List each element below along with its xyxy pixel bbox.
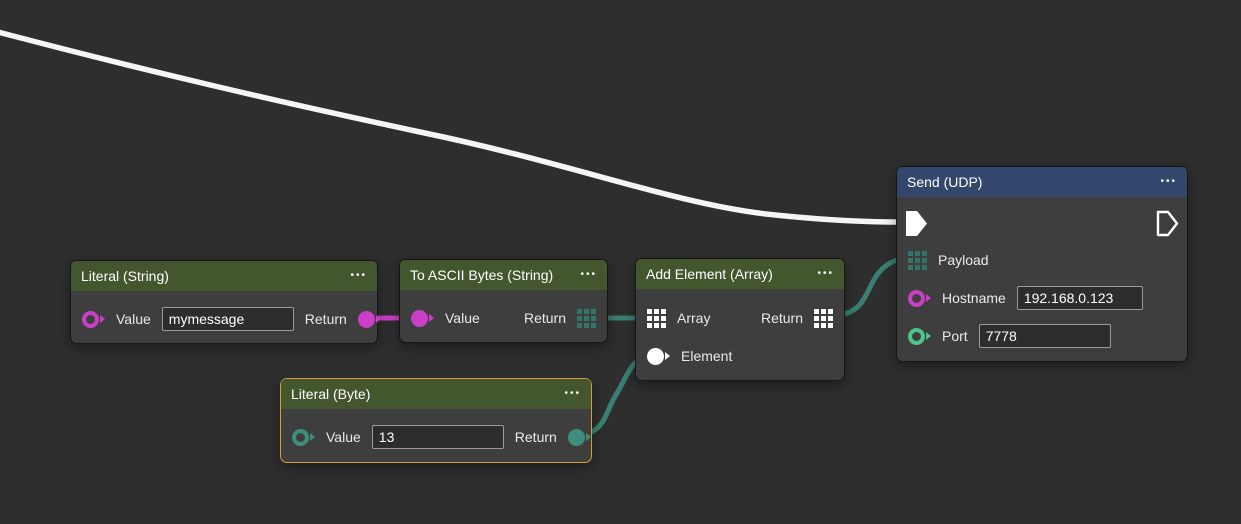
menu-dots-icon[interactable]: ••• bbox=[350, 271, 367, 281]
filled-circle-port-icon bbox=[647, 348, 664, 365]
wire-exec-to-send-udp[interactable] bbox=[0, 31, 898, 222]
node-header[interactable]: Literal (String) ••• bbox=[71, 261, 377, 291]
return-label: Return bbox=[515, 429, 557, 445]
exec-output-icon[interactable] bbox=[1156, 210, 1179, 237]
exec-input-icon[interactable] bbox=[905, 210, 928, 237]
node-header[interactable]: Send (UDP) ••• bbox=[897, 167, 1187, 197]
node-literal-string[interactable]: Literal (String) ••• Value Return bbox=[70, 260, 378, 344]
hostname-input-port[interactable] bbox=[908, 290, 931, 307]
port-label: Port bbox=[942, 328, 968, 344]
value-input-port[interactable] bbox=[292, 429, 315, 446]
node-header[interactable]: Add Element (Array) ••• bbox=[636, 259, 844, 289]
return-output-port[interactable] bbox=[568, 429, 591, 446]
node-title: Add Element (Array) bbox=[646, 266, 773, 282]
element-input-port[interactable] bbox=[647, 348, 670, 365]
payload-label: Payload bbox=[938, 252, 989, 268]
filled-circle-port-icon bbox=[358, 311, 375, 328]
port-arrow-icon bbox=[586, 433, 591, 441]
node-title: Literal (Byte) bbox=[291, 386, 370, 402]
hollow-circle-port-icon bbox=[82, 311, 99, 328]
port-arrow-icon bbox=[926, 332, 931, 340]
node-add-element-array[interactable]: Add Element (Array) ••• Array Return Ele… bbox=[635, 258, 845, 381]
value-field[interactable] bbox=[372, 425, 504, 449]
port-arrow-icon bbox=[665, 352, 670, 360]
array-label: Array bbox=[677, 310, 710, 326]
port-arrow-icon bbox=[310, 433, 315, 441]
node-send-udp[interactable]: Send (UDP) ••• Payload Hos bbox=[896, 166, 1188, 362]
wire-array-to-payload[interactable] bbox=[840, 259, 900, 315]
return-label: Return bbox=[761, 310, 803, 326]
value-label: Value bbox=[445, 310, 480, 326]
payload-grid-port-icon[interactable] bbox=[908, 251, 927, 270]
return-label: Return bbox=[305, 311, 347, 327]
return-grid-port-icon[interactable] bbox=[814, 309, 833, 328]
filled-circle-port-icon bbox=[568, 429, 585, 446]
menu-dots-icon[interactable]: ••• bbox=[817, 269, 834, 279]
port-input-port[interactable] bbox=[908, 328, 931, 345]
array-grid-port-icon[interactable] bbox=[577, 309, 596, 328]
value-label: Value bbox=[326, 429, 361, 445]
node-literal-byte[interactable]: Literal (Byte) ••• Value Return bbox=[280, 378, 592, 463]
node-header[interactable]: Literal (Byte) ••• bbox=[281, 379, 591, 409]
menu-dots-icon[interactable]: ••• bbox=[1160, 177, 1177, 187]
port-arrow-icon bbox=[100, 315, 105, 323]
port-arrow-icon bbox=[376, 315, 381, 323]
return-label: Return bbox=[524, 310, 566, 326]
hostname-field[interactable] bbox=[1017, 286, 1143, 310]
node-to-ascii-bytes[interactable]: To ASCII Bytes (String) ••• Value Return bbox=[399, 259, 608, 343]
node-title: Send (UDP) bbox=[907, 174, 982, 190]
element-label: Element bbox=[681, 348, 732, 364]
hostname-label: Hostname bbox=[942, 290, 1006, 306]
value-label: Value bbox=[116, 311, 151, 327]
menu-dots-icon[interactable]: ••• bbox=[564, 389, 581, 399]
filled-circle-port-icon bbox=[411, 310, 428, 327]
port-field[interactable] bbox=[979, 324, 1111, 348]
value-input-port[interactable] bbox=[82, 311, 105, 328]
port-arrow-icon bbox=[429, 314, 434, 322]
node-title: Literal (String) bbox=[81, 268, 169, 284]
node-title: To ASCII Bytes (String) bbox=[410, 267, 553, 283]
return-output-port[interactable] bbox=[358, 311, 381, 328]
hollow-circle-port-icon bbox=[292, 429, 309, 446]
hollow-circle-port-icon bbox=[908, 290, 925, 307]
array-grid-port-icon[interactable] bbox=[647, 309, 666, 328]
value-field[interactable] bbox=[162, 307, 294, 331]
node-graph-canvas[interactable]: Literal (String) ••• Value Return To AS bbox=[0, 0, 1241, 524]
hollow-circle-port-icon bbox=[908, 328, 925, 345]
menu-dots-icon[interactable]: ••• bbox=[580, 270, 597, 280]
port-arrow-icon bbox=[926, 294, 931, 302]
node-header[interactable]: To ASCII Bytes (String) ••• bbox=[400, 260, 607, 290]
value-input-port[interactable] bbox=[411, 310, 434, 327]
